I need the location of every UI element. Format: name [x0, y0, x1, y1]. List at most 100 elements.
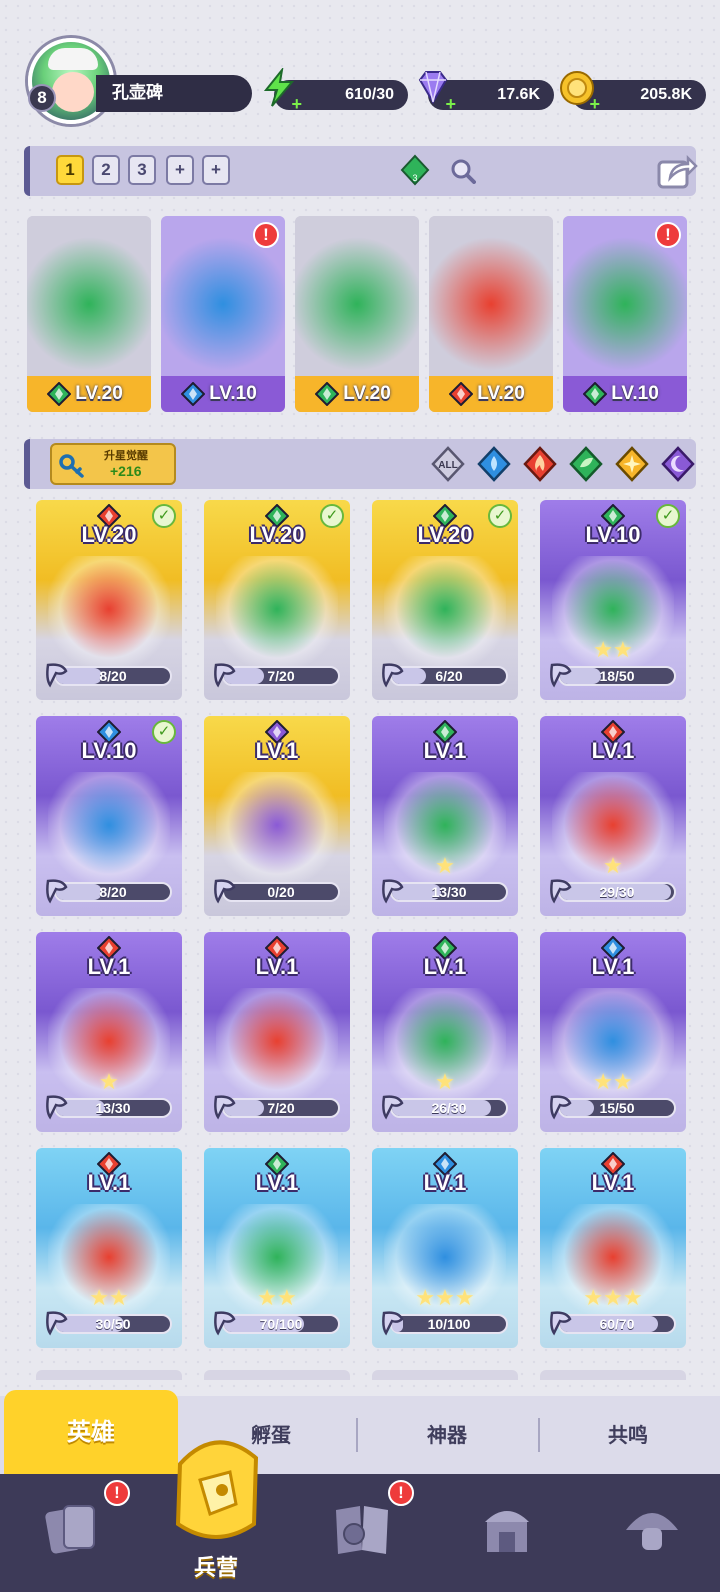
hero-card[interactable]: LV.1 ★ 29/30 [540, 716, 686, 916]
hero-shard-progress-bar: 0/20 [222, 882, 340, 902]
team-element-gem-icon[interactable]: 3 [400, 154, 430, 186]
avatar-hat [48, 48, 98, 70]
hero-shard-count: 6/20 [435, 668, 463, 684]
nav-quests[interactable]: ! [310, 1480, 414, 1584]
team-hero-card[interactable]: LV.20 [295, 216, 419, 412]
team-tab-2[interactable]: 2 [92, 155, 120, 185]
hero-card[interactable]: LV.1 ★★ 30/50 [36, 1148, 182, 1348]
element-gem-icon [314, 381, 340, 407]
hero-shard-count: 7/20 [267, 668, 295, 684]
gem-resource[interactable]: + 17.6K [418, 71, 554, 113]
hero-card[interactable]: LV.1 7/20 [204, 932, 350, 1132]
element-gem-icon [180, 381, 206, 407]
filter-light-icon[interactable] [614, 445, 650, 483]
team-add-button-2[interactable]: + [202, 155, 230, 185]
share-icon[interactable] [656, 152, 698, 190]
tab-heroes[interactable]: 英雄 [4, 1390, 178, 1474]
hero-stars: ★★ [593, 1070, 633, 1095]
hero-level: LV.20 [249, 522, 305, 547]
hero-card[interactable]: LV.1 ★ 26/30 [372, 932, 518, 1132]
shard-icon [382, 1095, 404, 1120]
hero-shard-count: 7/20 [267, 1100, 295, 1116]
hero-level: LV.1 [591, 954, 635, 979]
team-tab-1[interactable]: 1 [56, 155, 84, 185]
energy-resource[interactable]: + 610/30 [263, 68, 408, 113]
shard-icon [214, 1311, 236, 1336]
shard-icon [550, 663, 572, 688]
filter-fire-icon[interactable] [522, 445, 558, 483]
hero-filter-bar: 升星觉醒 +216 ALL [24, 439, 696, 489]
team-add-button-1[interactable]: + [166, 155, 194, 185]
hero-card[interactable]: LV.1 ★ 13/30 [36, 932, 182, 1132]
shard-icon [550, 1311, 572, 1336]
filter-water-icon[interactable] [476, 445, 512, 483]
shard-icon [46, 1095, 68, 1120]
team-hero-level: LV.20 [477, 383, 525, 404]
team-hero-card[interactable]: LV.20 [429, 216, 553, 412]
hero-shard-progress-bar: 29/30 [558, 882, 676, 902]
nav-cards[interactable]: ! [20, 1480, 130, 1584]
hero-level: LV.10 [81, 738, 137, 763]
hero-level: LV.10 [585, 522, 641, 547]
hero-shard-count: 26/30 [431, 1100, 467, 1116]
filter-dark-icon[interactable] [660, 445, 696, 483]
tab-resonance[interactable]: 共鸣 [540, 1396, 716, 1474]
hero-card[interactable]: ✓ LV.10 ★★ 18/50 [540, 500, 686, 700]
team-hero-level: LV.20 [343, 383, 391, 404]
hero-card[interactable]: ✓ LV.20 7/20 [204, 500, 350, 700]
hero-shard-count: 15/50 [599, 1100, 635, 1116]
coin-plus-icon[interactable]: + [586, 95, 600, 113]
shard-icon [382, 879, 404, 904]
shard-icon [550, 879, 572, 904]
team-tab-3[interactable]: 3 [128, 155, 156, 185]
player-name[interactable]: 孔壶碑 [96, 75, 252, 112]
nav-barracks[interactable]: 兵营 [160, 1424, 272, 1592]
hero-shard-count: 10/100 [427, 1316, 471, 1332]
team-hero-card[interactable]: LV.20 [27, 216, 151, 412]
hero-shard-count: 13/30 [95, 1100, 131, 1116]
hero-level: LV.1 [591, 1170, 635, 1195]
awaken-value: +216 [110, 463, 142, 479]
filter-all-icon[interactable]: ALL [430, 445, 466, 483]
hero-shard-count: 29/30 [599, 884, 635, 900]
hero-card[interactable]: LV.1 ★★ 70/100 [204, 1148, 350, 1348]
magnifier-icon[interactable] [450, 158, 476, 184]
hero-card[interactable]: ✓ LV.10 8/20 [36, 716, 182, 916]
hero-level: LV.1 [423, 1170, 467, 1195]
hero-card[interactable]: LV.1 0/20 [204, 716, 350, 916]
hero-shard-progress-bar: 7/20 [222, 666, 340, 686]
hero-level: LV.1 [87, 954, 131, 979]
hero-shard-progress-bar: 7/20 [222, 1098, 340, 1118]
team-hero-level-bar: LV.10 [161, 376, 285, 412]
energy-plus-icon[interactable]: + [288, 95, 302, 113]
hero-shard-count: 13/30 [431, 884, 467, 900]
hero-portrait [216, 772, 338, 890]
nav-barracks-label: 兵营 [193, 1556, 238, 1581]
team-hero-card[interactable]: LV.10! [161, 216, 285, 412]
hero-card[interactable]: ✓ LV.20 8/20 [36, 500, 182, 700]
hero-card[interactable]: LV.1 ★ 13/30 [372, 716, 518, 916]
tab-artifact[interactable]: 神器 [358, 1396, 536, 1474]
hero-level: LV.1 [87, 1170, 131, 1195]
nav-guild[interactable] [600, 1482, 700, 1584]
hero-card[interactable]: LV.1 ★★★ 10/100 [372, 1148, 518, 1348]
awaken-key-panel[interactable]: 升星觉醒 +216 [50, 443, 176, 485]
filter-wood-icon[interactable] [568, 445, 604, 483]
hero-portrait [384, 556, 506, 674]
hero-stars: ★ [435, 854, 455, 879]
nav-cards-alert-icon: ! [104, 1480, 130, 1506]
gem-plus-icon[interactable]: + [442, 95, 456, 113]
hero-shard-progress-bar: 26/30 [390, 1098, 508, 1118]
hero-stars: ★★★ [415, 1286, 475, 1311]
team-hero-card[interactable]: LV.10! [563, 216, 687, 412]
hero-card[interactable]: LV.1 ★★ 15/50 [540, 932, 686, 1132]
nav-shop[interactable] [455, 1482, 555, 1584]
sub-tab-bar: 英雄 孵蛋 神器 共鸣 [0, 1390, 720, 1474]
team-hero-portrait [27, 216, 151, 376]
hero-card[interactable]: ✓ LV.20 6/20 [372, 500, 518, 700]
hero-stars: ★★ [257, 1286, 297, 1311]
hero-shard-count: 60/70 [599, 1316, 635, 1332]
hero-card[interactable]: LV.1 ★★★ 60/70 [540, 1148, 686, 1348]
hero-level: LV.1 [423, 738, 467, 763]
coin-resource[interactable]: + 205.8K [560, 71, 706, 113]
